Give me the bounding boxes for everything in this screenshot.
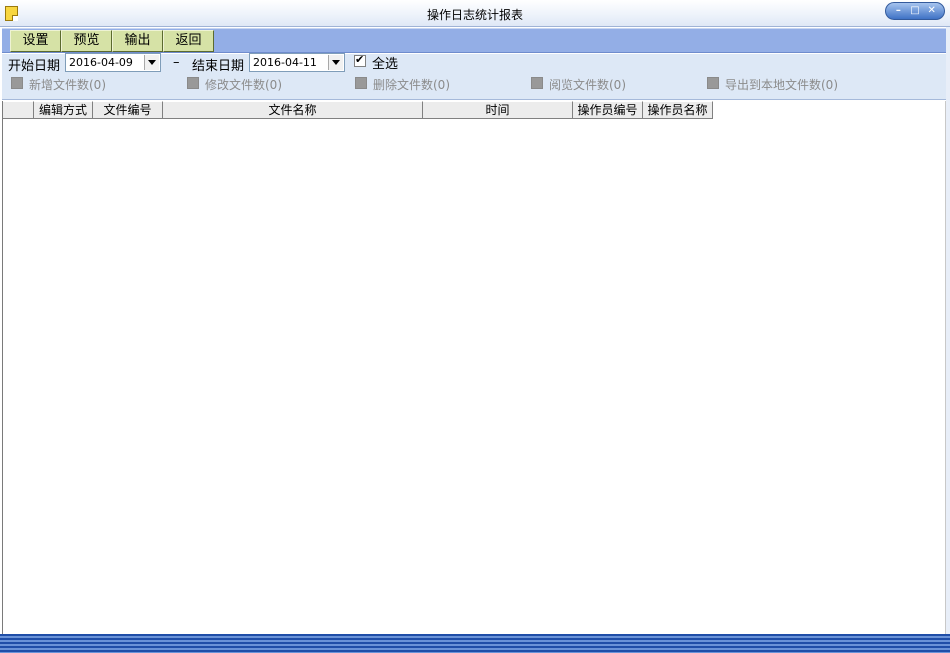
date-range-dash: – — [173, 55, 180, 70]
added-files-label: 新增文件数(0) — [29, 78, 106, 92]
column-header-operator-name[interactable]: 操作员名称 — [643, 101, 713, 119]
select-all-checkbox[interactable] — [354, 53, 366, 67]
window-controls: – □ ✕ — [885, 2, 945, 20]
column-header-time[interactable]: 时间 — [423, 101, 573, 119]
chevron-down-icon[interactable] — [328, 55, 343, 70]
deleted-files-checkbox[interactable] — [355, 77, 367, 89]
window-edge — [946, 27, 950, 634]
column-header-operator-id[interactable]: 操作员编号 — [573, 101, 643, 119]
deleted-files-label: 删除文件数(0) — [373, 78, 450, 92]
column-header-file-number[interactable]: 文件编号 — [93, 101, 163, 119]
column-header-file-name[interactable]: 文件名称 — [163, 101, 423, 119]
end-date-label: 结束日期 — [192, 59, 245, 74]
back-button[interactable]: 返回 — [163, 30, 214, 52]
end-date-value: 2016-04-11 — [253, 56, 317, 69]
end-date-combo[interactable]: 2016-04-11 — [249, 53, 345, 72]
close-button[interactable]: ✕ — [925, 6, 939, 16]
modified-files-checkbox[interactable] — [187, 77, 199, 89]
viewed-files-checkbox[interactable] — [531, 77, 543, 89]
maximize-button[interactable]: □ — [908, 6, 922, 16]
exported-files-label: 导出到本地文件数(0) — [725, 78, 838, 92]
column-header-edit-mode[interactable]: 编辑方式 — [34, 101, 93, 119]
preview-button[interactable]: 预览 — [61, 30, 112, 52]
table-header: 编辑方式 文件编号 文件名称 时间 操作员编号 操作员名称 — [3, 101, 713, 119]
log-table[interactable]: 编辑方式 文件编号 文件名称 时间 操作员编号 操作员名称 — [2, 101, 946, 634]
select-all-label: 全选 — [372, 57, 399, 72]
start-date-label: 开始日期 — [8, 59, 61, 74]
title-bar: 操作日志统计报表 – □ ✕ — [0, 0, 950, 27]
added-files-checkbox[interactable] — [11, 77, 23, 89]
window-title: 操作日志统计报表 — [426, 8, 523, 22]
chevron-down-icon[interactable] — [144, 55, 159, 70]
toolbar: 设置 预览 输出 返回 — [2, 28, 946, 53]
status-bar — [0, 634, 950, 653]
filter-panel: 开始日期 2016-04-09 – 结束日期 2016-04-11 全选 新增文… — [2, 53, 946, 100]
start-date-value: 2016-04-09 — [69, 56, 133, 69]
settings-button[interactable]: 设置 — [10, 30, 61, 52]
export-button[interactable]: 输出 — [112, 30, 163, 52]
minimize-button[interactable]: – — [891, 6, 905, 16]
modified-files-label: 修改文件数(0) — [205, 78, 282, 92]
start-date-combo[interactable]: 2016-04-09 — [65, 53, 161, 72]
viewed-files-label: 阅览文件数(0) — [549, 78, 626, 92]
column-header-indicator[interactable] — [3, 101, 34, 119]
exported-files-checkbox[interactable] — [707, 77, 719, 89]
